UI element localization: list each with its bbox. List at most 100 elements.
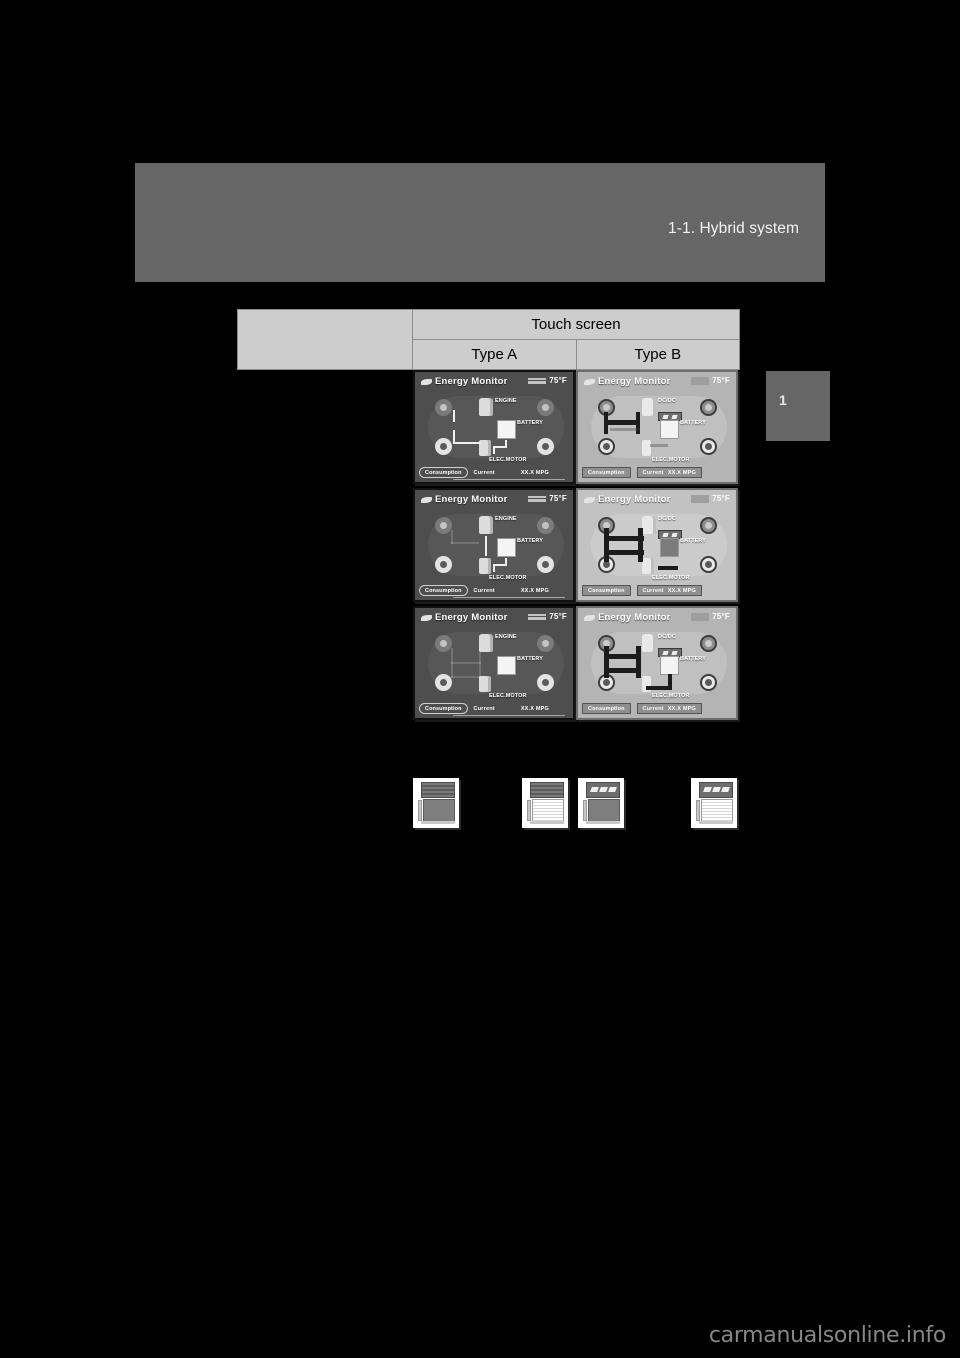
energy-monitor-screen-row1-type-a[interactable]: Energy Monitor 75°F ENGINE BATTERY ELEC.… (413, 370, 575, 484)
screen-cell-row2-type-a: Energy Monitor 75°F ENGINE BATTERY ELEC.… (412, 488, 576, 606)
temperature-readout: 75°F (528, 612, 567, 621)
energy-monitor-screen-row3-type-b[interactable]: Energy Monitor 75°F DC/DC BATTERY ELEC.M… (576, 606, 738, 720)
current-readout-bar: Current XX.X MPG (636, 703, 703, 714)
engine-label: ENGINE (495, 634, 517, 640)
consumption-button[interactable]: Consumption (582, 703, 631, 714)
energy-monitor-footer: Consumption Current XX.X MPG (578, 583, 736, 598)
page-header-band: 1-1. Hybrid system (135, 163, 825, 282)
wheel-hub-icon (440, 561, 447, 568)
electric-motor-label: ELEC.MOTOR (489, 457, 527, 463)
page-title: 1-1. Hybrid system (668, 220, 799, 237)
engine-label: ENGINE (495, 398, 517, 404)
engine-icon (642, 398, 656, 416)
leaf-icon (421, 379, 432, 385)
energy-monitor-footer: Consumption Current XX.X MPG (415, 701, 573, 716)
wheel-hub-icon (705, 404, 712, 411)
wheel-rear-right (537, 674, 554, 691)
energy-monitor-screen-row2-type-b[interactable]: Energy Monitor 75°F DC/DC BATTERY ELEC.M… (576, 488, 738, 602)
temperature-value: 75°F (712, 494, 730, 503)
wheel-hub-icon (440, 522, 447, 529)
leaf-icon (421, 615, 432, 621)
thumbnail-icon-3 (578, 778, 624, 828)
side-strip-icon (527, 800, 531, 821)
base-bar-icon (586, 821, 620, 824)
energy-flow-segment (451, 530, 453, 544)
thumbnail-strip (0, 778, 960, 838)
leaf-icon (421, 497, 432, 503)
battery-label: BATTERY (680, 538, 707, 544)
current-label: Current (473, 705, 495, 712)
energy-monitor-titlebar: Energy Monitor 75°F (415, 610, 573, 626)
current-label: Current (642, 587, 664, 594)
panel-icon (701, 799, 733, 822)
side-strip-icon (583, 800, 587, 821)
energy-monitor-titlebar: Energy Monitor 75°F (578, 374, 736, 390)
wheel-front-left (435, 517, 452, 534)
grille-icon (421, 782, 455, 798)
screen-cell-row3-type-b: Energy Monitor 75°F DC/DC BATTERY ELEC.M… (576, 606, 740, 724)
energy-flow-segment (650, 444, 668, 447)
wheel-hub-icon (705, 679, 712, 686)
wheel-rear-right (700, 674, 717, 691)
panel-icon (532, 799, 564, 822)
energy-monitor-screen-row2-type-a[interactable]: Energy Monitor 75°F ENGINE BATTERY ELEC.… (413, 488, 575, 602)
side-strip-icon (696, 800, 700, 821)
site-watermark: carmanualsonline.info (708, 1323, 946, 1348)
energy-flow-segment (604, 654, 640, 659)
leaf-icon (584, 497, 595, 503)
energy-monitor-titlebar: Energy Monitor 75°F (415, 374, 573, 390)
temperature-readout: 75°F (691, 612, 730, 621)
mpg-value: XX.X MPG (667, 705, 697, 712)
wheel-front-left (435, 399, 452, 416)
mpg-value: XX.X MPG (520, 587, 550, 594)
chapter-tab-number: 1 (779, 392, 787, 408)
footer-underline (453, 597, 565, 598)
screen-cell-row1-type-a: Energy Monitor 75°F ENGINE BATTERY ELEC.… (412, 369, 576, 488)
thumbnail-inner (526, 782, 564, 824)
table-header-row-group: Touch screen (237, 309, 740, 370)
table-header-blank-cell (237, 309, 413, 370)
energy-flow-segment (604, 646, 609, 678)
electric-motor-label: ELEC.MOTOR (652, 693, 690, 699)
battery-label: BATTERY (680, 656, 707, 662)
fan-blades-icon (586, 782, 620, 798)
leaf-icon (584, 379, 595, 385)
leaf-icon (584, 615, 595, 621)
temperature-value: 75°F (712, 612, 730, 621)
battery-label: BATTERY (680, 420, 707, 426)
energy-monitor-title: Energy Monitor (435, 494, 508, 505)
dcdc-label: DC/DC (658, 398, 676, 404)
current-label: Current (473, 469, 495, 476)
wheel-rear-right (700, 438, 717, 455)
consumption-button[interactable]: Consumption (419, 467, 468, 478)
energy-monitor-screen-row1-type-b[interactable]: Energy Monitor 75°F DC/DC BATTERY ELEC.M… (576, 370, 738, 484)
dcdc-label: DC/DC (658, 634, 676, 640)
wheel-rear-left (435, 556, 452, 573)
wheel-hub-icon (705, 640, 712, 647)
electric-motor-label: ELEC.MOTOR (489, 693, 527, 699)
consumption-button[interactable]: Consumption (419, 585, 468, 596)
consumption-button[interactable]: Consumption (419, 703, 468, 714)
energy-monitor-screen-row3-type-a[interactable]: Energy Monitor 75°F ENGINE BATTERY ELEC.… (413, 606, 575, 720)
wheel-front-left (435, 635, 452, 652)
mpg-value: XX.X MPG (520, 705, 550, 712)
wheel-rear-right (537, 438, 554, 455)
energy-flow-segment (658, 566, 678, 570)
energy-monitor-title: Energy Monitor (598, 494, 671, 505)
table-header-touch-screen: Touch screen (412, 309, 740, 340)
row-label-cell-2 (237, 487, 413, 607)
wheel-front-right (537, 517, 554, 534)
footer-underline (453, 479, 565, 480)
current-label: Current (642, 705, 664, 712)
thumbnail-icon-2 (522, 778, 568, 828)
wheel-hub-icon (603, 679, 610, 686)
electric-motor-label: ELEC.MOTOR (652, 575, 690, 581)
defroster-icon (691, 494, 710, 503)
table-header-type-b: Type B (575, 339, 740, 370)
consumption-button[interactable]: Consumption (582, 585, 631, 596)
consumption-button[interactable]: Consumption (582, 467, 631, 478)
screen-cell-row1-type-b: Energy Monitor 75°F DC/DC BATTERY ELEC.M… (576, 369, 740, 488)
table-header-type-a: Type A (412, 339, 577, 370)
panel-icon (423, 799, 455, 822)
battery-icon (660, 656, 679, 675)
